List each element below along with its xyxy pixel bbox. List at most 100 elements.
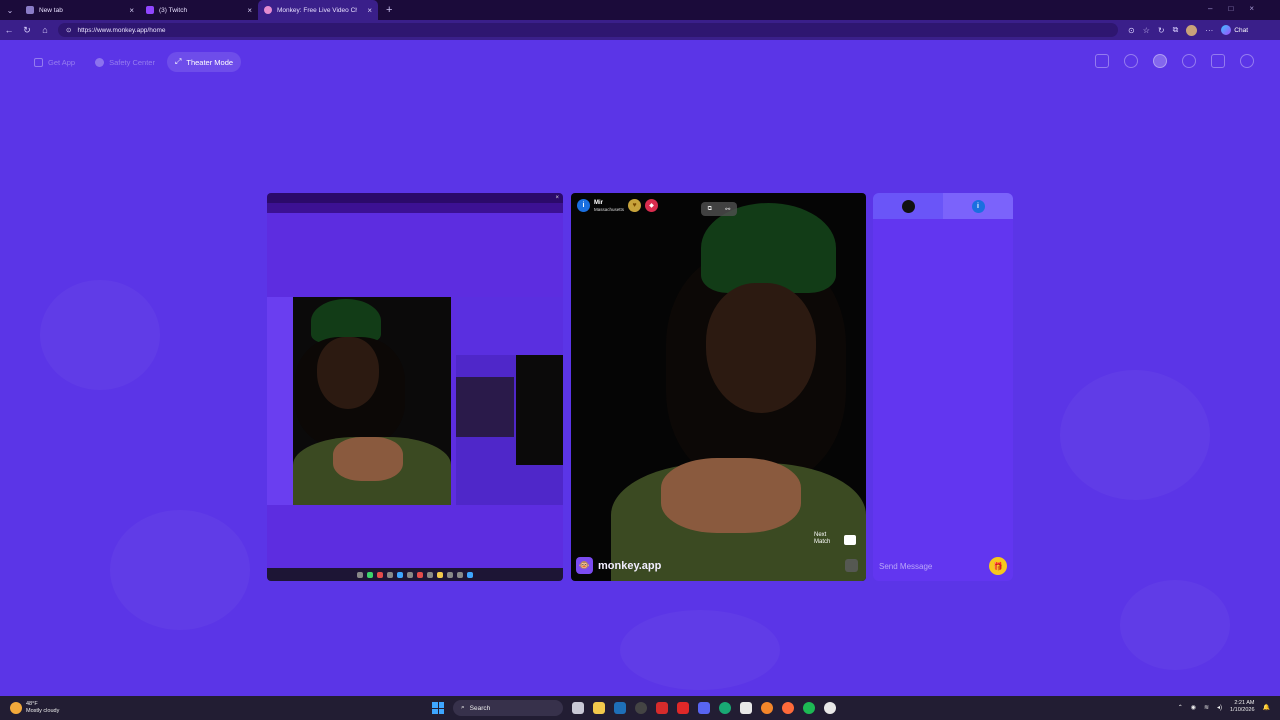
spotify-icon[interactable] <box>803 702 815 714</box>
gift-badge-icon[interactable]: ◆ <box>645 199 659 212</box>
edge-icon[interactable] <box>719 702 731 714</box>
tab-partner-info[interactable]: i <box>943 193 1013 219</box>
file-explorer-icon[interactable] <box>593 702 605 714</box>
close-tab-icon[interactable]: × <box>247 6 252 15</box>
expand-icon: ⤢ <box>174 57 182 66</box>
tab-new-tab[interactable]: New tab × <box>20 0 140 20</box>
firefox-icon[interactable] <box>782 702 794 714</box>
shared-screen-video <box>293 297 451 505</box>
background-blob <box>1060 370 1210 500</box>
weather-widget[interactable]: 48°F Mostly cloudy <box>10 701 210 715</box>
person-face <box>317 337 379 409</box>
tab-partner-profile[interactable] <box>873 193 943 219</box>
monkey-logo-text: monkey.app <box>598 559 662 572</box>
browser-tab-bar: ⌄ New tab × (3) Twitch × Monkey: Free Li… <box>0 0 1280 20</box>
theater-mode-label: Theater Mode <box>186 57 234 67</box>
partner-info-badge: i Mir Massachusetts ♥ ◆ <box>577 199 659 212</box>
messages-icon[interactable] <box>1211 54 1225 68</box>
app-icon[interactable] <box>761 702 773 714</box>
taskbar-app-icon <box>417 571 423 578</box>
task-view-icon[interactable] <box>572 702 584 714</box>
send-message-input[interactable] <box>879 561 989 571</box>
tab-actions-menu-icon[interactable]: ⌄ <box>0 6 20 15</box>
profile-avatar[interactable] <box>1186 24 1198 36</box>
mute-icon[interactable]: ⚯ <box>725 206 730 213</box>
discord-icon[interactable] <box>698 702 710 714</box>
clock[interactable]: 2:21 AM 1/10/2026 <box>1230 700 1254 714</box>
close-tab-icon[interactable]: × <box>367 6 372 15</box>
shared-screen-nested <box>456 297 563 505</box>
skip-button[interactable] <box>845 559 858 572</box>
copilot-chat-button[interactable]: Chat <box>1221 25 1248 35</box>
back-icon[interactable]: ← <box>0 25 18 35</box>
copilot-icon <box>1221 25 1232 35</box>
camera-flip-icon[interactable]: ⧉ <box>708 206 712 213</box>
next-match-icon[interactable] <box>844 535 856 545</box>
monkey-favicon-icon <box>264 6 272 14</box>
refresh-extension-icon[interactable]: ↻ <box>1158 26 1165 35</box>
youtube-icon[interactable] <box>677 702 689 714</box>
nested-video <box>516 355 563 465</box>
partner-avatar-icon <box>901 199 915 213</box>
favorite-star-icon[interactable]: ☆ <box>1143 26 1150 35</box>
notifications-icon[interactable]: 🔔 <box>1263 704 1270 711</box>
reload-icon[interactable]: ↻ <box>18 25 36 36</box>
gift-button[interactable]: 🎁 <box>989 557 1007 575</box>
search-icon[interactable] <box>1124 54 1138 68</box>
windows-start-icon[interactable] <box>432 702 444 714</box>
taskbar-app-icon <box>427 571 433 578</box>
steam-icon[interactable] <box>614 702 626 714</box>
taskbar-search[interactable]: ⌕ Search <box>453 700 563 716</box>
coin-icon[interactable] <box>1153 54 1167 68</box>
chat-label: Chat <box>1234 26 1249 34</box>
taskbar-app-icon <box>457 571 463 578</box>
monkey-logo-icon: 🐵 <box>576 557 593 574</box>
partner-username: Mir <box>594 199 603 206</box>
taskbar-app-icon <box>357 571 363 578</box>
windows-taskbar: 48°F Mostly cloudy ⌕ Search ⌃ ◉ ≋ ◂) 2:2… <box>0 696 1280 720</box>
info-icon[interactable]: i <box>577 199 590 212</box>
person-hands <box>661 458 801 533</box>
history-icon[interactable] <box>1182 54 1196 68</box>
profile-icon[interactable] <box>1240 54 1254 68</box>
background-blob <box>110 510 250 630</box>
chrome-icon[interactable] <box>824 702 836 714</box>
app-icon[interactable] <box>740 702 752 714</box>
theater-mode-button[interactable]: ⤢ Theater Mode <box>166 52 242 72</box>
url-field[interactable]: ⊙ https://www.monkey.app/home <box>58 23 1118 37</box>
new-tab-button[interactable]: + <box>386 4 392 16</box>
network-icon[interactable]: ≋ <box>1204 704 1209 711</box>
read-aloud-icon[interactable]: ⊙ <box>1128 26 1135 35</box>
partner-video: i Mir Massachusetts ♥ ◆ ⧉ ⚯ Next Match 🐵… <box>571 193 866 581</box>
app-icon[interactable] <box>635 702 647 714</box>
taskbar-app-icon <box>467 571 473 578</box>
site-info-icon[interactable]: ⊙ <box>66 26 71 34</box>
self-video: × <box>267 193 563 581</box>
url-text: https://www.monkey.app/home <box>77 26 166 34</box>
volume-icon[interactable]: ◂) <box>1217 704 1222 711</box>
clock-time: 2:21 AM <box>1234 700 1255 706</box>
monkey-page: Get App Safety Center ⤢ Theater Mode × i… <box>0 40 1280 696</box>
next-match-label[interactable]: Next Match <box>814 532 840 546</box>
search-icon: ⌕ <box>461 704 465 711</box>
collections-icon[interactable]: ⧉ <box>1173 25 1179 35</box>
safety-center-button[interactable]: Safety Center <box>87 52 163 72</box>
close-icon: × <box>555 195 559 201</box>
home-icon[interactable]: ⌂ <box>36 25 54 35</box>
background-blob <box>1120 580 1230 670</box>
tray-app-icon[interactable]: ◉ <box>1191 704 1196 711</box>
heart-icon[interactable]: ♥ <box>628 199 642 212</box>
app-icon[interactable] <box>656 702 668 714</box>
shop-icon[interactable] <box>1095 54 1109 68</box>
chat-input-row: 🎁 <box>873 551 1013 581</box>
partner-location: Massachusetts <box>594 206 625 212</box>
person-hands <box>333 437 403 481</box>
tab-twitch[interactable]: (3) Twitch × <box>140 0 258 20</box>
window-controls[interactable]: –□× <box>1208 4 1270 13</box>
background-blob <box>40 280 160 390</box>
chevron-up-icon[interactable]: ⌃ <box>1178 704 1183 711</box>
more-menu-icon[interactable]: ··· <box>1205 26 1213 35</box>
get-app-button[interactable]: Get App <box>26 52 83 72</box>
tab-monkey[interactable]: Monkey: Free Live Video Chat × <box>258 0 378 20</box>
close-tab-icon[interactable]: × <box>129 6 134 15</box>
